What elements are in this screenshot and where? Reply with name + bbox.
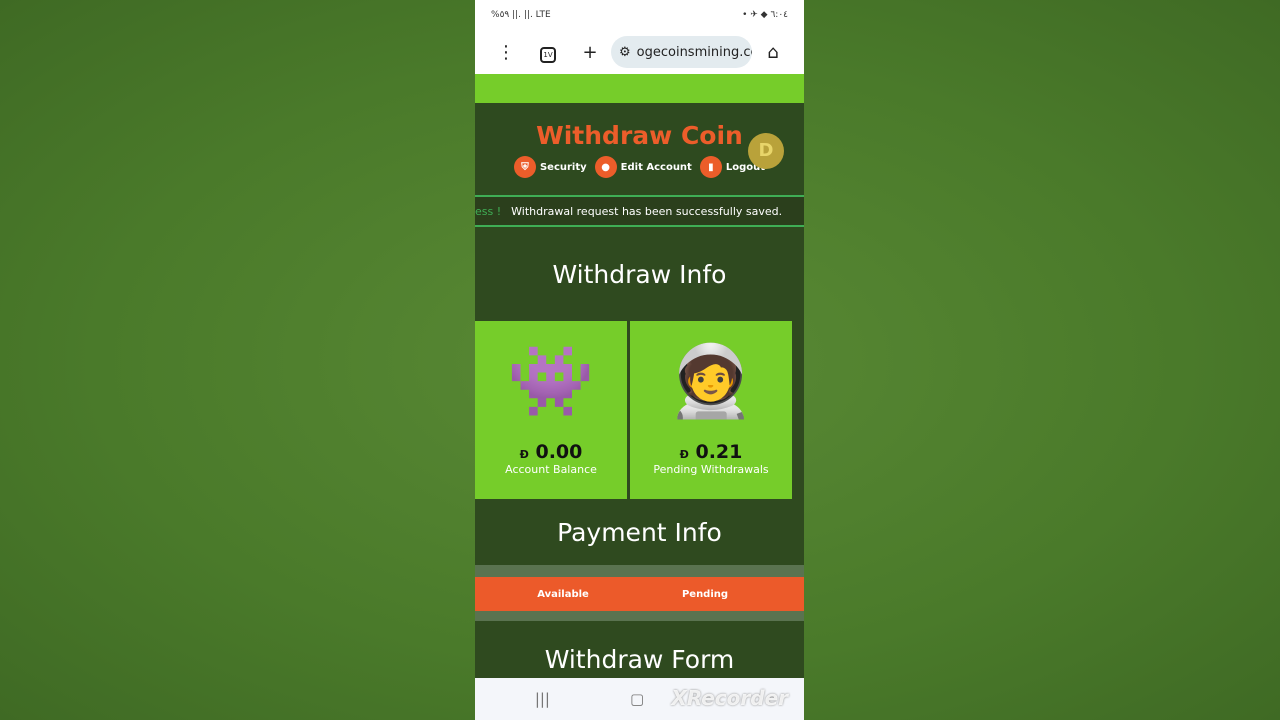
monster-illustration: 👾	[507, 339, 595, 422]
status-bar: %٥٩ ||. ||. LTE • ✈ ◆ ٦:٠٤	[475, 0, 804, 30]
recents-icon[interactable]: |||	[535, 690, 550, 708]
withdraw-info-title: Withdraw Info	[552, 259, 727, 289]
phone-screen: %٥٩ ||. ||. LTE • ✈ ◆ ٦:٠٤ ⋮ 1V + ⚙ ogeco…	[475, 0, 804, 720]
alert-message: Withdrawal request has been successfully…	[511, 204, 783, 218]
nav-label: Edit Account	[620, 161, 692, 173]
dogecoin-logo: D	[748, 133, 784, 169]
home-icon[interactable]: ⌂	[752, 42, 794, 63]
payment-info-section: Payment Info	[475, 499, 804, 565]
payment-info-title: Payment Info	[557, 517, 722, 547]
account-balance-label: Account Balance	[505, 463, 597, 476]
pending-withdrawals-card: 🧑‍🚀 Đ 0.21 Pending Withdrawals	[630, 321, 792, 499]
alert-prefix: ess !	[475, 204, 502, 218]
tabs-button[interactable]: 1V	[527, 41, 569, 63]
nav-security[interactable]: ⛨ Security	[513, 156, 587, 178]
top-green-bar	[475, 74, 804, 103]
page-header: Withdraw Coin ⛨ Security ● Edit Account ▮ L…	[475, 103, 804, 195]
pending-withdrawals-value: Đ 0.21	[679, 441, 743, 463]
tabs-icon: 1V	[540, 47, 556, 63]
account-balance-card: 👾 Đ 0.00 Account Balance	[475, 321, 627, 499]
nav-edit-account[interactable]: ● Edit Account	[594, 156, 692, 178]
account-balance-value: Đ 0.00	[519, 441, 583, 463]
browser-toolbar: ⋮ 1V + ⚙ ogecoinsmining.com ⌂	[475, 30, 804, 74]
new-tab-icon[interactable]: +	[569, 42, 611, 63]
withdraw-info-section: Withdraw Info	[475, 227, 804, 321]
shield-icon: ⛨	[513, 156, 536, 178]
user-icon: ●	[594, 156, 617, 178]
tab-pending[interactable]: Pending	[651, 589, 759, 600]
status-right: • ✈ ◆ ٦:٠٤	[742, 10, 788, 20]
pending-withdrawals-label: Pending Withdrawals	[653, 463, 769, 476]
balance-cards: 👾 Đ 0.00 Account Balance 🧑‍🚀 Đ 0.21 Pend…	[475, 321, 804, 499]
status-left: %٥٩ ||. ||. LTE	[491, 10, 551, 20]
android-nav-bar: ||| ▢ XRecorder	[475, 678, 804, 720]
payment-tabs: Available Pending	[475, 577, 804, 611]
withdraw-form-title: Withdraw Form	[544, 645, 735, 674]
menu-icon[interactable]: ⋮	[485, 42, 527, 63]
logout-icon: ▮	[699, 156, 722, 178]
site-settings-icon[interactable]: ⚙	[619, 45, 631, 60]
withdraw-form-section: Withdraw Form	[475, 621, 804, 674]
xrecorder-watermark: XRecorder	[671, 686, 788, 710]
success-alert: ess ! Withdrawal request has been succes…	[475, 195, 804, 227]
astronaut-illustration: 🧑‍🚀	[667, 339, 755, 422]
url-bar[interactable]: ⚙ ogecoinsmining.com	[611, 36, 752, 68]
home-button-icon[interactable]: ▢	[630, 690, 644, 708]
url-text: ogecoinsmining.com	[636, 44, 752, 60]
tab-available[interactable]: Available	[475, 589, 651, 600]
nav-label: Security	[539, 161, 587, 173]
